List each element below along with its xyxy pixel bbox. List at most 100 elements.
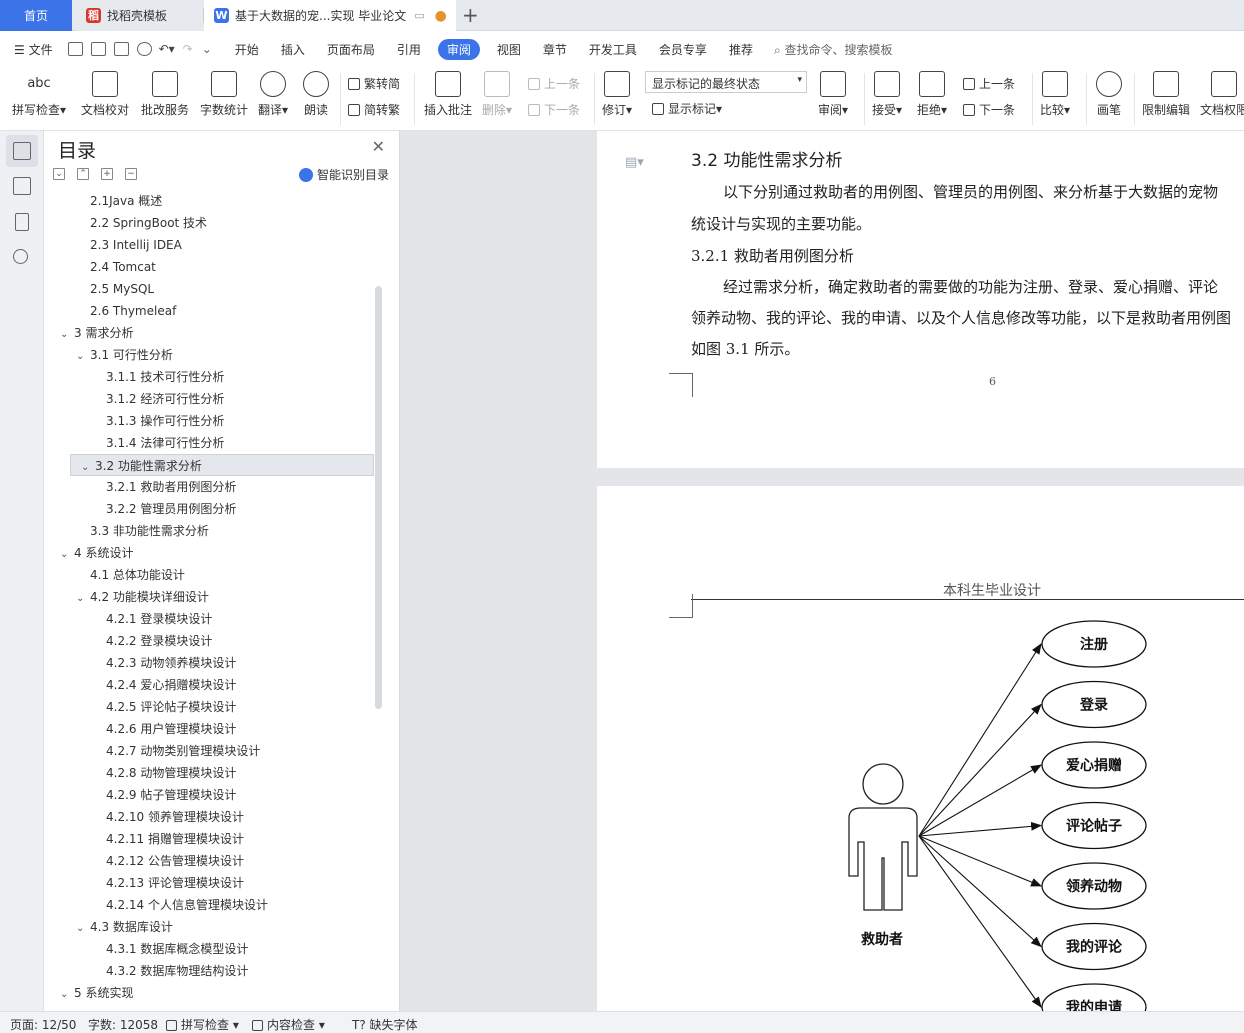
toc-item[interactable]: 4.2.11 捐赠管理模块设计 (92, 828, 244, 850)
toc-item[interactable]: 4.2.10 领养管理模块设计 (92, 806, 244, 828)
toc-item[interactable]: 3.1.3 操作可行性分析 (92, 410, 224, 432)
toc-item[interactable]: 2.6 Thymeleaf (76, 300, 176, 322)
toc-item[interactable]: 4.2.7 动物类别管理模块设计 (92, 740, 260, 762)
toc-item[interactable]: 4.2.9 帖子管理模块设计 (92, 784, 236, 806)
compare-button[interactable]: 比较▾ (1040, 71, 1070, 118)
content-check-status[interactable]: 内容检查 ▾ (252, 1016, 325, 1033)
next-comment-button[interactable]: 下一条 (528, 101, 580, 118)
toc-item[interactable]: 2.2 SpringBoot 技术 (76, 212, 207, 234)
toc-item[interactable]: 4.2.1 登录模块设计 (92, 608, 212, 630)
redo-icon[interactable]: ↷ (183, 42, 193, 56)
toc-item[interactable]: ⌄ 4 系统设计 (60, 542, 133, 564)
prev-comment-button[interactable]: 上一条 (528, 75, 580, 92)
tab-monitor-icon[interactable]: ▭ (414, 9, 424, 22)
reject-button[interactable]: 拒绝▾ (917, 71, 947, 118)
toc-item[interactable]: 4.1 总体功能设计 (76, 564, 185, 586)
track-changes-button[interactable]: 修订▾ (602, 71, 632, 118)
toc-item[interactable]: 3.1.2 经济可行性分析 (92, 388, 224, 410)
toc-item[interactable]: 3.2.1 救助者用例图分析 (92, 476, 236, 498)
toc-item[interactable]: 3.1.4 法律可行性分析 (92, 432, 224, 454)
menu-reference[interactable]: 引用 (386, 41, 432, 58)
chevron-down-icon[interactable]: ⌄ (60, 984, 74, 1006)
toc-item[interactable]: 4.2.8 动物管理模块设计 (92, 762, 236, 784)
quick-access-more-icon[interactable]: ⌄ (202, 42, 212, 56)
read-aloud-button[interactable]: 朗读 (303, 71, 329, 118)
simp-to-trad-button[interactable]: 简转繁 (348, 101, 400, 118)
menu-insert[interactable]: 插入 (270, 41, 316, 58)
file-menu[interactable]: ☰ 文件 (0, 41, 64, 58)
find-icon[interactable] (13, 249, 28, 264)
chevron-down-icon[interactable]: ⌄ (60, 544, 74, 566)
collapse-all-icon[interactable]: ⌄ (53, 168, 65, 180)
print-preview-icon[interactable] (136, 42, 152, 56)
toc-item[interactable]: 4.2.13 评论管理模块设计 (92, 872, 244, 894)
export-icon[interactable] (90, 42, 106, 56)
toc-panel-icon[interactable] (13, 142, 31, 160)
toc-item[interactable]: 3.2.2 管理员用例图分析 (92, 498, 236, 520)
toc-item[interactable]: 4.2.6 用户管理模块设计 (92, 718, 236, 740)
show-marks-button[interactable]: 显示标记▾ (652, 100, 722, 117)
toc-item[interactable]: 2.4 Tomcat (76, 256, 156, 278)
toc-item[interactable]: ⌄ 5 系统实现 (60, 982, 133, 1004)
chevron-down-icon[interactable]: ⌄ (76, 918, 90, 940)
toc-item[interactable]: 4.2.12 公告管理模块设计 (92, 850, 244, 872)
display-state-select[interactable]: 显示标记的最终状态 ▾ (645, 71, 807, 93)
menu-view[interactable]: 视图 (486, 41, 532, 58)
tab-template[interactable]: 稻找稻壳模板 (76, 0, 204, 31)
toc-item[interactable]: 2.5 MySQL (76, 278, 154, 300)
insert-comment-button[interactable]: 插入批注 (424, 71, 472, 118)
expand-up-icon[interactable]: ⌃ (77, 168, 89, 180)
toc-item[interactable]: 4.3.1 数据库概念模型设计 (92, 938, 248, 960)
next-change-button[interactable]: 下一条 (963, 101, 1015, 118)
toc-item[interactable]: 3.3 非功能性需求分析 (76, 520, 209, 542)
menu-review[interactable]: 审阅 (437, 38, 480, 60)
page-indicator[interactable]: 页面: 12/50 (10, 1016, 76, 1033)
translate-button[interactable]: 翻译▾ (258, 71, 288, 118)
toc-item[interactable]: ⌄ 4.2 功能模块详细设计 (76, 586, 209, 608)
chevron-down-icon[interactable]: ⌄ (60, 324, 74, 346)
remove-heading-icon[interactable]: − (125, 168, 137, 180)
menu-devtools[interactable]: 开发工具 (578, 41, 648, 58)
review-pane-button[interactable]: 审阅▾ (818, 71, 848, 118)
proofread-button[interactable]: 文档校对 (81, 71, 129, 118)
word-count-indicator[interactable]: 字数: 12058 (88, 1016, 158, 1033)
revise-service-button[interactable]: 批改服务 (141, 71, 189, 118)
missing-font-status[interactable]: T? 缺失字体 (352, 1016, 418, 1033)
tab-document[interactable]: W 基于大数据的宠...实现 毕业论文 ▭ ● (204, 0, 456, 31)
spell-check-status[interactable]: 拼写检查 ▾ (166, 1016, 239, 1033)
new-tab-button[interactable]: + (462, 4, 479, 26)
toc-item[interactable]: ⌄ 3 需求分析 (60, 322, 133, 344)
smart-toc-button[interactable]: 智能识别目录 (298, 166, 389, 183)
doc-permission-button[interactable]: 文档权限 (1200, 71, 1244, 118)
trad-to-simp-button[interactable]: 繁转简 (348, 75, 400, 92)
tab-home[interactable]: 首页 (0, 0, 72, 31)
toc-item[interactable]: 2.1Java 概述 (76, 191, 162, 212)
toc-item[interactable]: 4.2.4 爱心捐赠模块设计 (92, 674, 236, 696)
toc-item[interactable]: ⌄ 3.2 功能性需求分析 (70, 454, 374, 476)
bookmark-icon[interactable] (15, 213, 29, 231)
toc-scrollbar[interactable] (375, 286, 382, 709)
delete-comment-button[interactable]: 删除▾ (482, 71, 512, 118)
pen-button[interactable]: 画笔 (1096, 71, 1122, 118)
toc-item[interactable]: 4.3.2 数据库物理结构设计 (92, 960, 248, 982)
undo-icon[interactable]: ↶▾ (159, 42, 175, 56)
spell-check-button[interactable]: abc 拼写检查▾ (12, 71, 66, 118)
toc-item[interactable]: ⌄ 4.3 数据库设计 (76, 916, 173, 938)
prev-change-button[interactable]: 上一条 (963, 75, 1015, 92)
print-icon[interactable] (113, 42, 129, 56)
toc-item[interactable]: 2.3 Intellij IDEA (76, 234, 182, 256)
save-icon[interactable] (67, 42, 83, 56)
toc-item[interactable]: 4.2.2 登录模块设计 (92, 630, 212, 652)
restrict-edit-button[interactable]: 限制编辑 (1142, 71, 1190, 118)
word-count-button[interactable]: 字数统计 (200, 71, 248, 118)
chevron-down-icon[interactable]: ⌄ (76, 346, 90, 368)
close-icon[interactable]: ✕ (372, 137, 385, 156)
menu-layout[interactable]: 页面布局 (316, 41, 386, 58)
menu-recommend[interactable]: 推荐 (718, 41, 764, 58)
accept-button[interactable]: 接受▾ (872, 71, 902, 118)
toc-item[interactable]: 4.2.3 动物领养模块设计 (92, 652, 236, 674)
chevron-down-icon[interactable]: ⌄ (76, 588, 90, 610)
menu-start[interactable]: 开始 (224, 41, 270, 58)
command-search[interactable]: ⌕ 查找命令、搜索模板 (774, 41, 893, 58)
toc-item[interactable]: ⌄ 3.1 可行性分析 (76, 344, 173, 366)
